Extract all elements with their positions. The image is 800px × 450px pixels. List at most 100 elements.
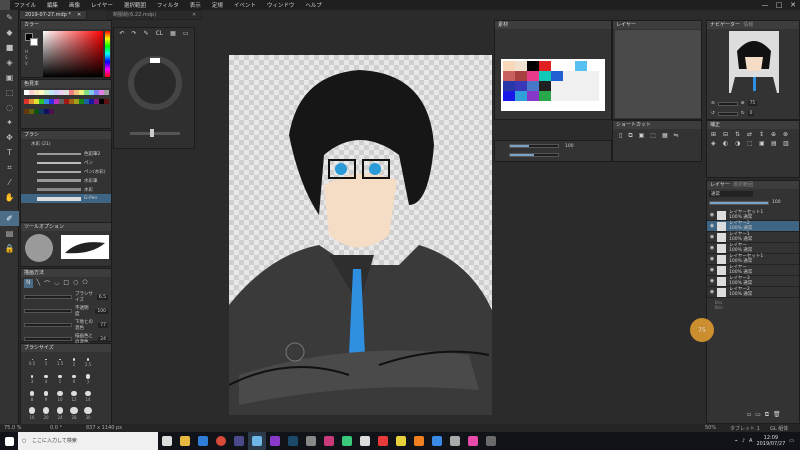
crop-tool-icon[interactable]: ⌗ [0, 160, 19, 175]
tray-ime-icon[interactable]: A [749, 438, 752, 444]
rotate-left-icon[interactable]: ↺ [711, 111, 715, 116]
material-swatch[interactable] [503, 91, 515, 101]
mat-size-slider[interactable] [509, 144, 559, 148]
doc-tab-inactive[interactable]: 制服絵(6.22.mdp) ✕ [107, 10, 203, 20]
brush-size-cell[interactable]: 1 [39, 354, 53, 371]
navigator-thumbnail[interactable] [729, 31, 779, 93]
paste-icon[interactable]: ▣ [639, 132, 645, 140]
brush-size-cell[interactable]: 7 [81, 371, 95, 388]
material-swatch[interactable] [503, 71, 515, 81]
palette-grid[interactable] [24, 90, 110, 118]
layer-row[interactable]: ◉ レイヤー2 100% 通常 [707, 221, 799, 232]
tool-option-slider[interactable] [24, 337, 72, 341]
material-swatch[interactable] [527, 81, 539, 91]
brush-size-cell[interactable]: 0.5 [25, 354, 39, 371]
menu-edit[interactable]: 編集 [47, 1, 58, 9]
correction-icon[interactable]: ▣ [759, 140, 769, 147]
tool-option-row[interactable]: 不透明度 100 [21, 304, 111, 318]
task-view-icon[interactable] [158, 432, 176, 450]
gradient-tool-icon[interactable]: ▣ [0, 70, 19, 85]
tool-option-value[interactable]: 77 [98, 322, 108, 328]
new-layer-icon[interactable]: ▫ [747, 411, 751, 419]
polygon-icon[interactable]: ⬠ [82, 279, 87, 288]
correction-icon[interactable]: ▤ [771, 140, 781, 147]
zoom-handle[interactable] [150, 129, 154, 137]
taskbar-search-box[interactable]: ○ ここに入力して検索 [18, 432, 158, 450]
close-button[interactable]: ✕ [786, 1, 800, 9]
zoom-slider[interactable] [130, 132, 180, 135]
snap-icon[interactable]: ▤ [0, 226, 19, 241]
ellipse-icon[interactable]: ○ [73, 279, 78, 288]
layer-row[interactable]: ◉ レイヤーセット1 100% 通常 [707, 254, 799, 265]
material-swatch[interactable] [515, 61, 527, 71]
line-icon[interactable]: ╲ [37, 279, 41, 288]
correction-icon[interactable]: ⬚ [747, 140, 757, 147]
tool-option-value[interactable]: 24 [98, 336, 108, 342]
pen-icon[interactable]: ✎ [144, 30, 149, 37]
eraser-tool-icon[interactable]: ◆ [0, 25, 19, 40]
material-swatch[interactable] [515, 81, 527, 91]
bezier-icon[interactable]: ◡ [54, 279, 59, 288]
brush-item-selected[interactable]: G-Pen [21, 194, 111, 203]
zoom-out-icon[interactable]: ⊖ [711, 101, 715, 106]
eyedropper-icon[interactable]: ⁄ [0, 175, 19, 190]
material-swatch[interactable] [551, 91, 563, 101]
app-icon[interactable] [482, 432, 500, 450]
correction-icon[interactable]: ⊟ [723, 131, 733, 138]
trash-icon[interactable]: 🗑 [773, 411, 781, 419]
brush-category[interactable]: 水彩 (21) [21, 139, 111, 149]
lasso-icon[interactable]: ◌ [0, 100, 19, 115]
layer-row[interactable]: ◉ レイヤー 100% 通常 [707, 243, 799, 254]
nav-zoom-value[interactable]: 75 [747, 101, 758, 106]
tab-layer[interactable]: レイヤー [710, 182, 730, 188]
menu-event[interactable]: イベント [234, 1, 256, 9]
freehand-icon[interactable]: N [24, 279, 33, 288]
menu-filter[interactable]: フィルタ [157, 1, 179, 9]
correction-icon[interactable]: ⇄ [747, 131, 757, 138]
menu-ruler[interactable]: 定規 [212, 1, 223, 9]
material-swatch[interactable] [575, 81, 587, 91]
brush-item[interactable]: ペン(水彩) [21, 167, 111, 176]
windows-start-icon[interactable] [0, 432, 18, 450]
close-tab-icon[interactable]: ✕ [77, 11, 81, 19]
mat-rotate-slider[interactable] [509, 153, 559, 157]
palette-swatch[interactable] [104, 99, 109, 105]
hue-slider[interactable] [105, 31, 110, 77]
brush-size-cell[interactable]: 30 [81, 405, 95, 422]
tab-info[interactable]: 情報 [743, 22, 753, 28]
grid-icon[interactable]: ▦ [662, 132, 668, 140]
material-swatch[interactable] [563, 91, 575, 101]
copy-icon[interactable]: ⧉ [628, 132, 632, 140]
nav-angle-value[interactable]: 0 [747, 111, 755, 116]
brush-size-cell[interactable]: 9 [39, 388, 53, 405]
new-file-icon[interactable]: ▯ [619, 132, 622, 140]
menu-help[interactable]: ヘルプ [305, 1, 322, 9]
notification-icon[interactable]: ▭ [789, 438, 794, 444]
move-tool-icon[interactable]: ✥ [0, 130, 19, 145]
rotate-right-icon[interactable]: ↻ [741, 111, 745, 116]
material-swatch[interactable] [515, 91, 527, 101]
correction-icon[interactable]: ◐ [723, 140, 733, 147]
correction-icon[interactable]: ◑ [735, 140, 745, 147]
tab-navigator[interactable]: ナビゲーター [710, 22, 740, 28]
redo-icon[interactable]: ↷ [132, 30, 137, 37]
nav-zoom-slider[interactable] [717, 101, 738, 106]
app-icon[interactable] [428, 432, 446, 450]
visibility-eye-icon[interactable]: ◉ [707, 256, 717, 262]
app-icon[interactable] [302, 432, 320, 450]
material-swatch[interactable] [587, 71, 599, 81]
app-icon[interactable] [266, 432, 284, 450]
clear-icon[interactable]: CL [156, 30, 164, 37]
material-swatch[interactable] [527, 91, 539, 101]
brush-size-cell[interactable]: 8 [25, 388, 39, 405]
brush-item[interactable]: 水彩 [21, 185, 111, 194]
brush-size-cell[interactable]: 12 [67, 388, 81, 405]
material-swatch[interactable] [527, 71, 539, 81]
layer-row[interactable]: ◉ レイヤー2 100% 通常 [707, 287, 799, 298]
app-icon[interactable] [338, 432, 356, 450]
brush-item[interactable]: 色鉛筆2 [21, 149, 111, 158]
grid-icon[interactable]: ▦ [170, 30, 176, 37]
opacity-slider[interactable] [709, 200, 769, 205]
brush-size-cell[interactable]: 14 [81, 388, 95, 405]
magic-wand-icon[interactable]: ✦ [0, 115, 19, 130]
